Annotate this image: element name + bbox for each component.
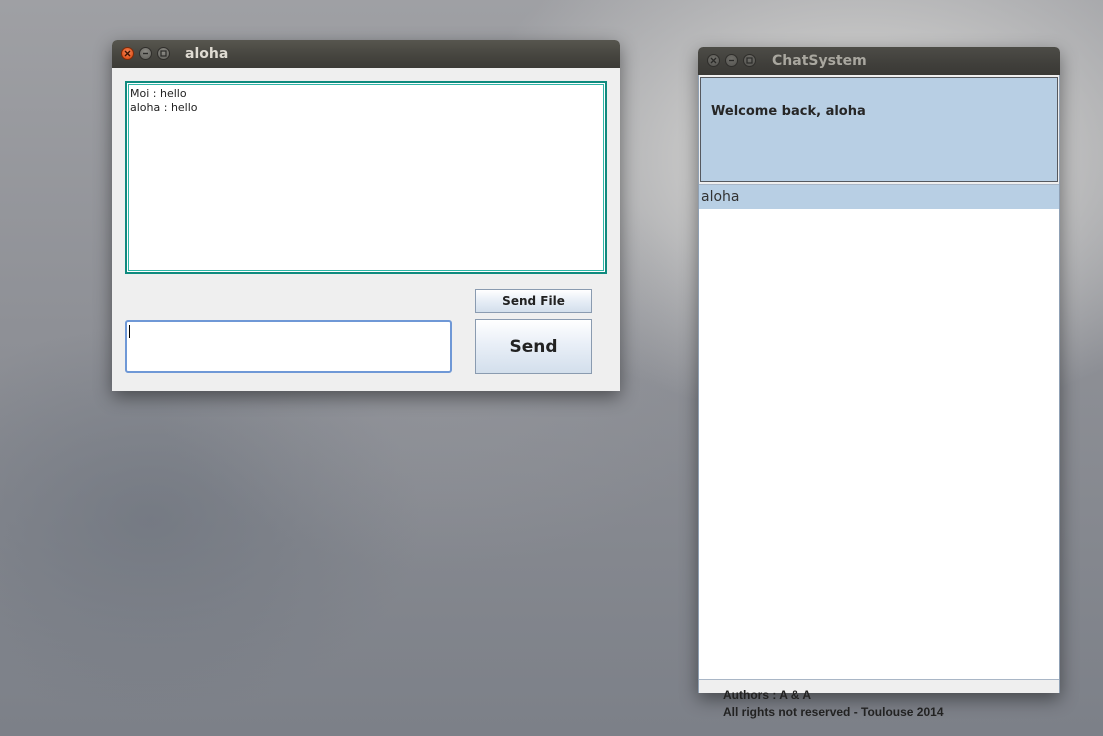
user-list[interactable]: aloha — [699, 184, 1059, 680]
close-icon[interactable] — [707, 54, 720, 67]
close-icon[interactable] — [121, 47, 134, 60]
text-caret — [129, 325, 130, 338]
chatsystem-window-titlebar[interactable]: ChatSystem — [698, 47, 1060, 75]
window-title: aloha — [185, 46, 229, 62]
message-input[interactable] — [125, 320, 452, 373]
chat-history[interactable]: Moi : hello aloha : hello — [125, 81, 607, 274]
welcome-message: Welcome back, aloha — [711, 104, 866, 119]
minimize-icon[interactable] — [139, 47, 152, 60]
window-title: ChatSystem — [772, 53, 867, 69]
maximize-icon[interactable] — [743, 54, 756, 67]
send-button[interactable]: Send — [475, 319, 592, 374]
minimize-icon[interactable] — [725, 54, 738, 67]
send-file-button[interactable]: Send File — [475, 289, 592, 313]
user-list-item[interactable]: aloha — [699, 185, 1059, 209]
chatsystem-window-body: Welcome back, aloha aloha Authors : A & … — [698, 75, 1060, 719]
rights-text: All rights not reserved - Toulouse 2014 — [723, 705, 944, 719]
footer: Authors : A & A All rights not reserved … — [699, 682, 1059, 728]
authors-text: Authors : A & A — [723, 688, 811, 702]
chat-window-body: Moi : hello aloha : hello Send File Send — [112, 68, 620, 391]
welcome-panel: Welcome back, aloha — [700, 77, 1058, 182]
chat-message: aloha : hello — [130, 101, 198, 114]
chat-window: aloha Moi : hello aloha : hello Send Fil… — [112, 40, 620, 391]
chatsystem-window: ChatSystem Welcome back, aloha aloha Aut… — [698, 47, 1060, 719]
chat-window-titlebar[interactable]: aloha — [112, 40, 620, 68]
chat-message: Moi : hello — [130, 87, 187, 100]
maximize-icon[interactable] — [157, 47, 170, 60]
